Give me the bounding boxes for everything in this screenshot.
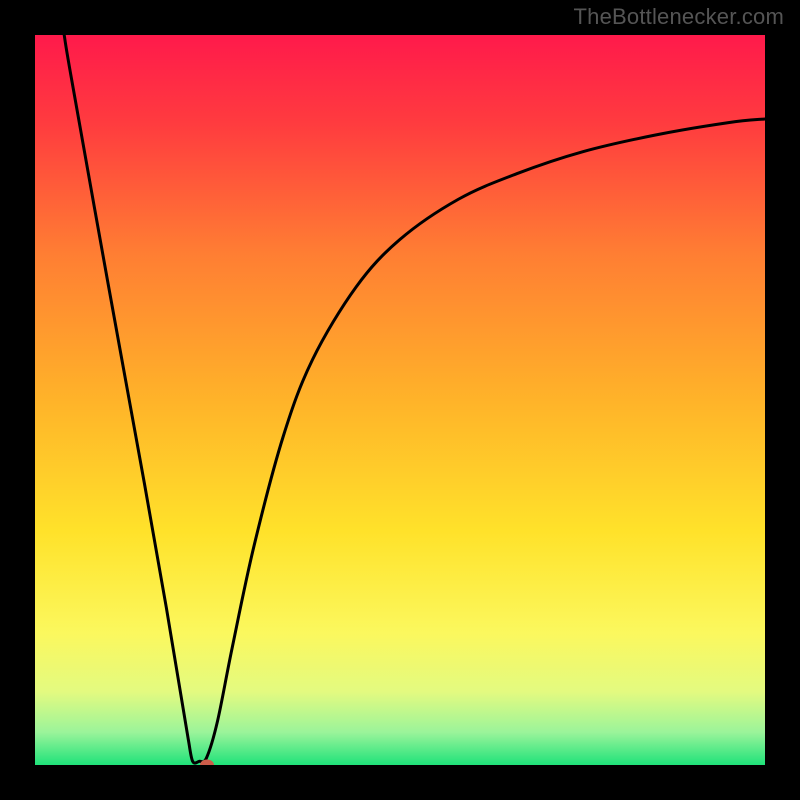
watermark-label: TheBottlenecker.com bbox=[574, 4, 784, 30]
optimal-point-marker bbox=[200, 760, 214, 766]
plot-area bbox=[35, 35, 765, 765]
chart-frame: TheBottlenecker.com bbox=[0, 0, 800, 800]
gradient-background bbox=[35, 35, 765, 765]
bottleneck-chart bbox=[35, 35, 765, 765]
